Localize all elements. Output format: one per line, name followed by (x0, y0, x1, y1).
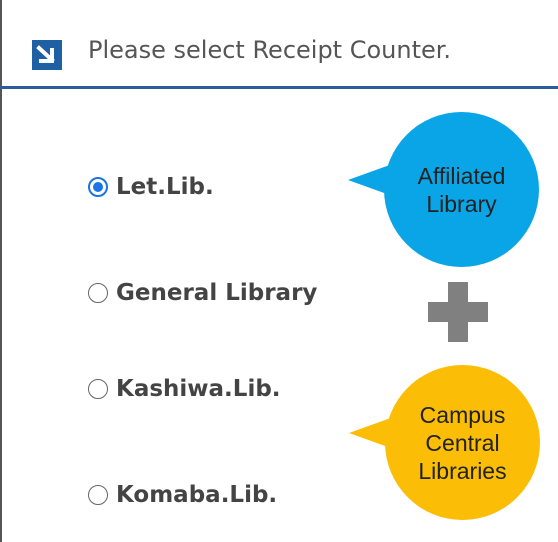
callout-text: Affiliated (417, 162, 506, 189)
header-divider (0, 86, 558, 89)
callout-text: Central (425, 429, 500, 456)
callout-text: Library (426, 190, 497, 217)
radio-button-komaba-lib[interactable] (88, 485, 108, 505)
counter-option-let-lib[interactable]: Let.Lib. (88, 174, 214, 200)
receipt-counter-panel: Please select Receipt Counter. Let.Lib. … (0, 0, 558, 542)
section-title: Please select Receipt Counter. (88, 36, 452, 64)
counter-option-label: Let.Lib. (116, 174, 214, 200)
section-header: Please select Receipt Counter. (0, 0, 558, 89)
counter-option-label: Kashiwa.Lib. (116, 376, 281, 402)
campus-central-libraries-callout: Campus Central Libraries (385, 365, 540, 520)
callout-text: Campus (419, 401, 506, 428)
callout-text: Libraries (418, 457, 507, 484)
radio-button-let-lib[interactable] (88, 177, 108, 197)
counter-option-label: General Library (116, 280, 318, 306)
counter-option-kashiwa-lib[interactable]: Kashiwa.Lib. (88, 376, 281, 402)
radio-button-kashiwa-lib[interactable] (88, 379, 108, 399)
counter-option-label: Komaba.Lib. (116, 482, 278, 508)
arrow-down-right-icon (32, 40, 62, 70)
plus-icon (428, 282, 488, 342)
affiliated-library-callout: Affiliated Library (384, 112, 539, 267)
counter-option-komaba-lib[interactable]: Komaba.Lib. (88, 482, 277, 508)
radio-button-general-library[interactable] (88, 283, 108, 303)
counter-option-general-library[interactable]: General Library (88, 280, 317, 306)
